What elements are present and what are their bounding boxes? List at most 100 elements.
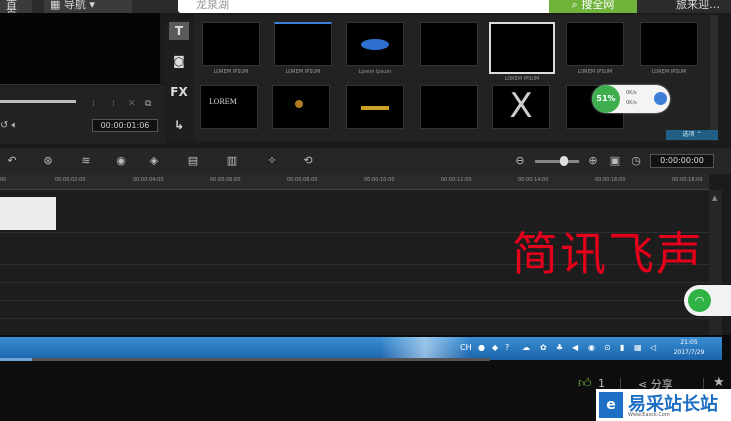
undo-icon[interactable]: ↶ <box>4 154 20 168</box>
ruler-tick: 00:00:08:00 <box>287 177 318 183</box>
ruler-tick: 00:00:16:00 <box>595 177 626 183</box>
wifi-widget[interactable]: ◠ <box>684 285 731 316</box>
timeline-timecode[interactable]: 0:00:00:00 <box>650 154 714 168</box>
mix-icon[interactable]: ⊛ <box>40 154 56 168</box>
home-tab[interactable]: 首页 <box>0 0 32 20</box>
scroll-up-icon[interactable]: ▲ <box>712 194 717 202</box>
thumbnail-caption: Lorem Ipsum <box>358 69 392 75</box>
tray-app-icon[interactable]: ♣ <box>556 343 563 352</box>
wifi-icon: ◠ <box>688 289 711 312</box>
nav-label: 导航 <box>63 0 86 11</box>
volume-controls: ↺ 🔈︎ <box>0 120 18 131</box>
volume-icon[interactable]: 🔈︎ <box>12 120 18 131</box>
watermark-text: 简讯飞声 <box>512 227 704 281</box>
tray-app-icon[interactable]: ☁ <box>522 343 530 352</box>
tray-app-icon[interactable]: ◆ <box>492 343 498 352</box>
tray-app-icon[interactable]: ✿ <box>540 343 547 352</box>
zoom-out-icon[interactable]: ⊖ <box>512 154 528 168</box>
globe-icon <box>361 39 389 50</box>
preview-timecode[interactable]: 00:00:01:06 <box>92 119 158 132</box>
upload-speed: 0K/s <box>626 90 637 96</box>
track-divider <box>0 300 709 301</box>
search-button-label: 搜全网 <box>581 0 615 11</box>
timeline-ruler[interactable]: 00 00:00:02:00 00:00:04:00 00:00:06:00 0… <box>0 174 709 190</box>
thumbnail-caption: LOREM IPSUM <box>651 69 687 75</box>
taskbar-clock[interactable]: 21:05 2017/7/29 <box>664 338 714 358</box>
title-thumbnail[interactable]: Lorem Ipsum <box>346 22 404 75</box>
zoom-slider-track[interactable] <box>535 160 579 163</box>
help-icon[interactable]: ? <box>505 343 509 352</box>
search-input[interactable]: 龙泉湖 <box>178 0 550 13</box>
search-button[interactable]: ⌕ 搜全网 <box>549 0 637 13</box>
copy-icon[interactable]: ⧉ <box>145 99 151 109</box>
site-logo-icon: e <box>599 392 623 418</box>
mark-in-icon[interactable]: ⁞ <box>92 99 95 109</box>
library-options-bar[interactable]: 选项 ⌃ <box>666 130 718 140</box>
fx-tool-icon[interactable]: FX <box>169 83 189 101</box>
zoom-in-icon[interactable]: ⊕ <box>585 154 601 168</box>
clock-time: 21:05 <box>680 339 698 346</box>
thumbnail-caption: LOREM <box>209 98 237 106</box>
ruler-tick: 00:00:10:00 <box>364 177 395 183</box>
title-thumbnail[interactable]: LOREM IPSUM <box>566 22 624 75</box>
ruler-tick: 00:00:06:00 <box>210 177 241 183</box>
title-thumbnail[interactable]: X <box>492 85 550 129</box>
title-thumbnail[interactable] <box>272 85 330 129</box>
battery-icon[interactable]: ▮ <box>620 343 624 352</box>
split-icon[interactable]: ✕ <box>128 99 136 109</box>
clock-icon[interactable]: ◷ <box>628 154 644 168</box>
nav-dropdown[interactable]: ▦ 导航 ▾ <box>44 0 132 13</box>
track-divider <box>0 318 709 319</box>
tray-app-icon[interactable]: ⊙ <box>604 343 611 352</box>
library-tool-strip: T ◙ FX ↳ <box>165 20 193 142</box>
grid-icon: ▦ <box>50 0 64 11</box>
fit-icon[interactable]: ▣ <box>607 154 623 168</box>
taskbar-glare <box>380 337 470 360</box>
network-speed-widget[interactable]: 51% 0K/s 0K/s <box>592 85 670 113</box>
title-thumbnail[interactable]: LOREM IPSUM <box>274 22 332 75</box>
speaker-icon[interactable]: ◁ <box>650 343 656 352</box>
chevron-down-icon: ▾ <box>85 0 95 11</box>
title-thumbnail[interactable] <box>420 22 478 66</box>
title-thumbnail[interactable]: LOREM IPSUM <box>202 22 260 75</box>
title-thumbnail-selected[interactable]: LOREM IPSUM <box>489 22 555 82</box>
site-logo[interactable]: e 易采站长站 Www.Easck.Com <box>596 389 731 421</box>
site-url: Www.Easck.Com <box>628 412 670 418</box>
loop-icon[interactable]: ↺ <box>0 120 12 131</box>
title-tool-icon[interactable]: T <box>169 22 189 40</box>
loop-tool-icon[interactable]: ⟲ <box>300 154 316 168</box>
windows-taskbar <box>0 337 722 360</box>
title-thumbnail[interactable]: LOREM <box>200 85 258 129</box>
timeline-clip[interactable] <box>0 197 56 230</box>
ruler-tick: 00:00:04:00 <box>133 177 164 183</box>
preview-controls <box>0 86 165 144</box>
media-tool-icon[interactable]: ◙ <box>169 52 189 70</box>
thumbnail-caption: LOREM IPSUM <box>577 69 613 75</box>
thumbnail-caption: LOREM IPSUM <box>504 76 540 82</box>
network-icon[interactable]: ▦ <box>634 343 642 352</box>
tray-app-icon[interactable]: ◉ <box>588 343 595 352</box>
star-icon[interactable]: ★ <box>713 375 725 390</box>
ruler-tick: 00:00:12:00 <box>441 177 472 183</box>
magic-icon[interactable]: ✧ <box>264 154 280 168</box>
subtitle-icon[interactable]: ▤ <box>185 154 201 168</box>
download-speed: 0K/s <box>626 100 637 106</box>
title-thumbnail[interactable]: LOREM IPSUM <box>640 22 698 75</box>
title-thumbnail[interactable] <box>420 85 478 129</box>
gold-bar-icon <box>361 106 389 110</box>
motion-icon[interactable]: ◈ <box>146 154 162 168</box>
preview-seek-bar[interactable] <box>0 100 76 103</box>
record-icon[interactable]: ◉ <box>113 154 129 168</box>
zoom-slider-knob[interactable] <box>560 156 568 166</box>
tray-app-icon[interactable]: ● <box>478 343 485 352</box>
mark-out-icon[interactable]: ⁞ <box>112 99 115 109</box>
multicam-icon[interactable]: ▥ <box>224 154 240 168</box>
library-scrollbar[interactable] <box>710 15 718 141</box>
tray-app-icon[interactable]: ◀ <box>572 343 578 352</box>
transition-tool-icon[interactable]: ↳ <box>169 116 189 134</box>
audio-wave-icon[interactable]: ≋ <box>78 154 94 168</box>
title-thumbnail[interactable] <box>346 85 404 129</box>
top-right-link[interactable]: 旅来迎… <box>676 0 720 10</box>
thumbs-up-icon[interactable]: 👍︎ <box>578 376 592 391</box>
language-icon[interactable]: CH <box>460 343 472 352</box>
